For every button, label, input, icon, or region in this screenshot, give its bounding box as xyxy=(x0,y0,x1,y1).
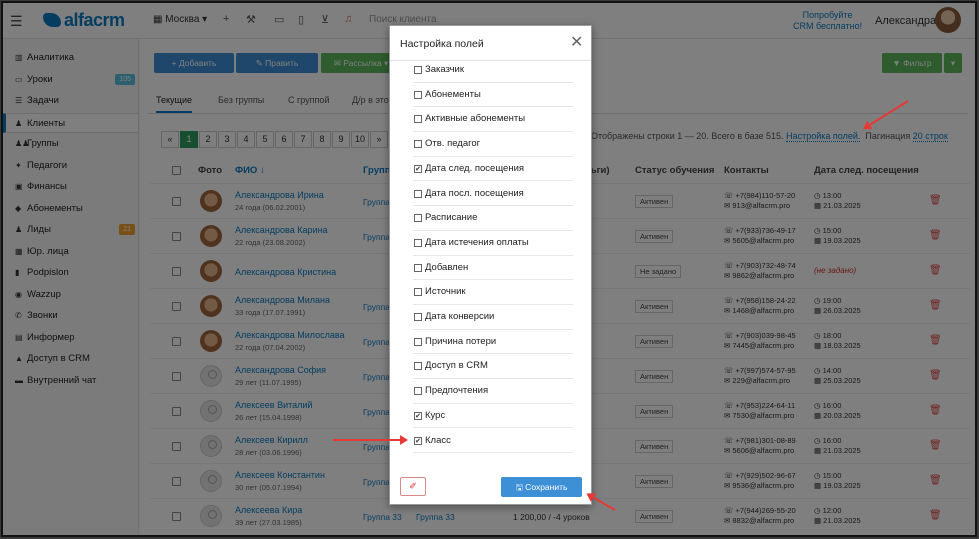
field-option[interactable]: Добавлен xyxy=(413,256,573,281)
field-settings-modal: Настройка полей ✕ Заказчик Абонементы Акти… xyxy=(389,25,592,505)
annotation-arrow-class xyxy=(333,435,408,445)
field-checkbox[interactable] xyxy=(414,288,422,297)
field-checkbox[interactable]: ✔ xyxy=(414,164,422,173)
field-option[interactable]: ✔ Курс xyxy=(413,404,573,429)
field-label: Причина потери xyxy=(425,335,497,347)
field-option[interactable]: ✔ Класс xyxy=(413,429,573,454)
field-option[interactable]: Заказчик xyxy=(413,58,573,83)
field-checkbox[interactable] xyxy=(414,238,422,247)
field-label: Активные абонементы xyxy=(425,113,526,125)
field-option[interactable]: ✔ Дата след. посещения xyxy=(413,157,573,182)
field-checkbox[interactable]: ✔ xyxy=(414,411,422,420)
field-checkbox[interactable] xyxy=(414,214,422,223)
field-checkbox[interactable] xyxy=(414,263,422,272)
field-option[interactable]: Дата истечения оплаты xyxy=(413,231,573,256)
field-label: Класс xyxy=(425,434,451,446)
field-option[interactable]: Активные абонементы xyxy=(413,107,573,133)
field-checkbox[interactable] xyxy=(414,189,422,198)
field-label: Курс xyxy=(425,409,446,421)
field-option[interactable]: Расписание xyxy=(413,206,573,231)
field-checkbox[interactable] xyxy=(414,387,422,396)
field-label: Добавлен xyxy=(425,261,469,273)
field-label: Заказчик xyxy=(425,64,465,75)
field-label: Доступ в CRM xyxy=(425,360,488,372)
field-checkbox[interactable] xyxy=(414,115,422,124)
field-option[interactable]: Предпочтения xyxy=(413,379,573,404)
field-option[interactable]: Источник xyxy=(413,280,573,305)
field-checkbox[interactable] xyxy=(414,313,422,321)
field-option[interactable]: Дата посл. посещения xyxy=(413,182,573,207)
field-label: Дата посл. посещения xyxy=(425,187,524,199)
field-checkbox[interactable] xyxy=(414,66,422,74)
save-button[interactable]: 🖫 Сохранить xyxy=(501,477,582,497)
field-label: Расписание xyxy=(425,212,478,224)
field-checkbox[interactable] xyxy=(414,90,422,99)
field-label: Дата конверсии xyxy=(425,311,495,322)
field-label: Дата истечения оплаты xyxy=(425,236,529,248)
field-option[interactable]: Абонементы xyxy=(413,83,573,108)
field-option[interactable]: Отв. педагог xyxy=(413,132,573,157)
field-option[interactable]: Доступ в CRM xyxy=(413,354,573,380)
field-label: Предпочтения xyxy=(425,385,489,397)
modal-title: Настройка полей xyxy=(400,38,484,50)
field-label: Дата след. посещения xyxy=(425,162,525,174)
app-window: ☰ alfacrm ▦ Москва ▾ + ⚒ ▭ ▯ ⊻ ♫ Поиск к… xyxy=(1,1,977,537)
field-checkbox[interactable] xyxy=(414,337,422,346)
field-checkbox[interactable] xyxy=(414,140,422,149)
field-label: Отв. педагог xyxy=(425,138,481,150)
field-option[interactable]: Причина потери xyxy=(413,330,573,355)
field-option[interactable]: Дата конверсии xyxy=(413,305,573,330)
field-label: Абонементы xyxy=(425,88,481,100)
close-icon[interactable]: ✕ xyxy=(570,32,583,52)
field-checkbox[interactable]: ✔ xyxy=(414,436,422,445)
field-label: Источник xyxy=(425,286,466,298)
eraser-icon: ✐ xyxy=(409,481,417,491)
field-checkbox[interactable] xyxy=(414,362,422,371)
eraser-button[interactable]: ✐ xyxy=(400,477,426,496)
